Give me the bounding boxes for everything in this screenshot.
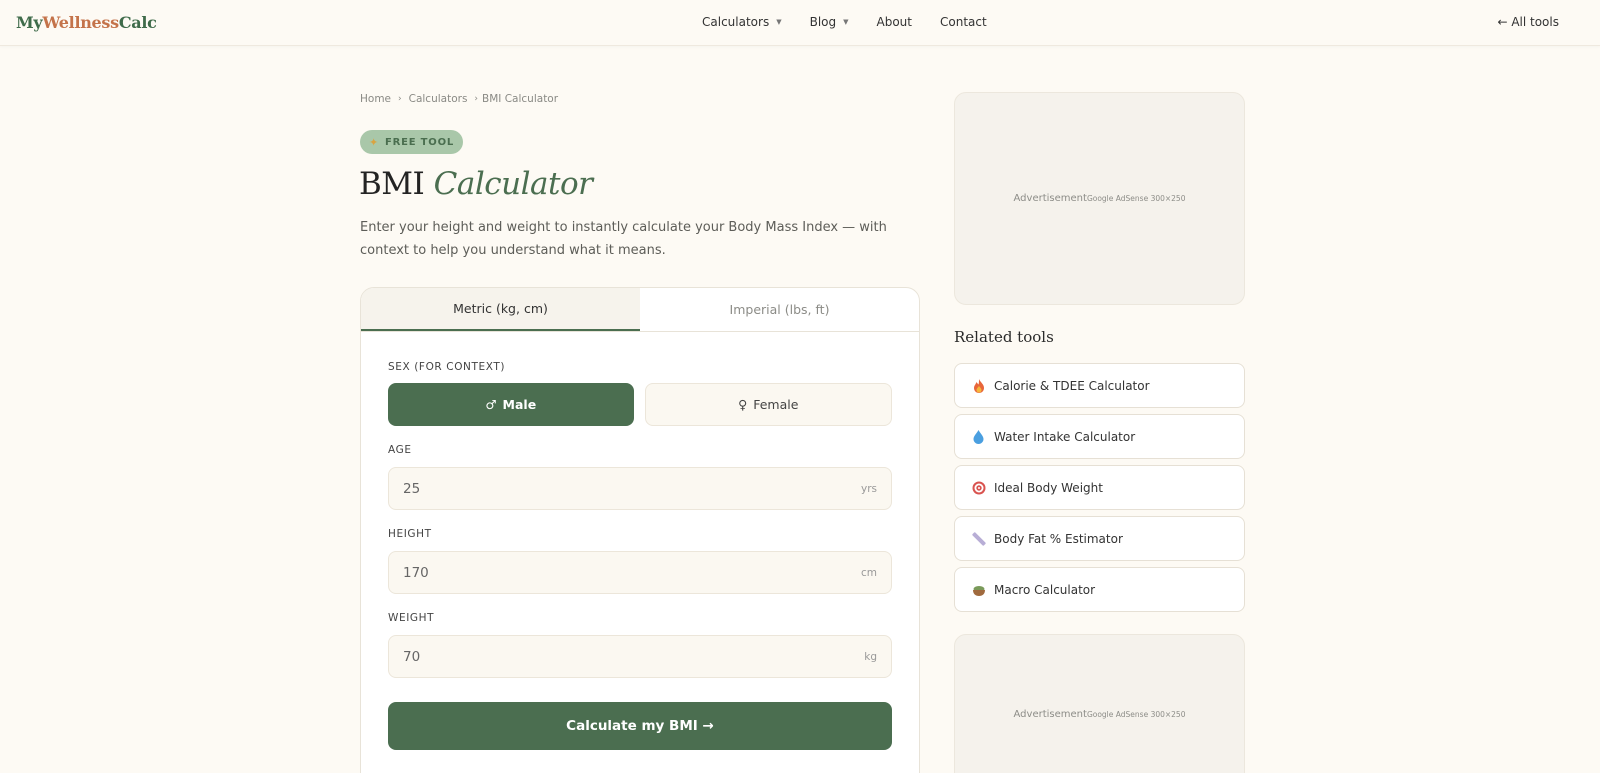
weight-input[interactable]: 70 kg xyxy=(388,635,892,678)
related-item-ideal-body-weight[interactable]: Ideal Body Weight xyxy=(954,465,1245,510)
related-item-label: Body Fat % Estimator xyxy=(994,531,1123,546)
male-symbol-icon: ♂ xyxy=(485,397,497,412)
title-plain: BMI xyxy=(359,166,425,202)
free-tool-badge: ✦ FREE TOOL xyxy=(360,130,463,154)
sex-label: SEX (FOR CONTEXT) xyxy=(388,361,506,373)
ad-slot-bottom: Advertisement Google AdSense 300×250 xyxy=(954,634,1245,773)
logo-part-my: My xyxy=(16,13,43,32)
badge-label: FREE TOOL xyxy=(384,136,455,148)
age-value: 25 xyxy=(403,480,421,497)
ad-sublabel: Google AdSense 300×250 xyxy=(1086,194,1186,203)
female-label: Female xyxy=(753,397,799,412)
female-symbol-icon: ♀ xyxy=(738,397,748,412)
weight-label: WEIGHT xyxy=(388,612,435,624)
related-item-label: Water Intake Calculator xyxy=(994,429,1136,444)
logo-part-calc: Calc xyxy=(118,13,157,32)
related-item-calorie-tdee[interactable]: Calorie & TDEE Calculator xyxy=(954,363,1245,408)
page-subtitle: Enter your height and weight to instantl… xyxy=(360,220,887,258)
female-button[interactable]: ♀ Female xyxy=(644,383,892,426)
nav-item-blog[interactable]: Blog ▼ xyxy=(810,15,849,29)
nav-item-label: Blog xyxy=(809,15,837,29)
height-input[interactable]: 170 cm xyxy=(388,551,892,594)
weight-unit: kg xyxy=(864,650,877,663)
all-tools-link[interactable]: ← All tools xyxy=(1497,15,1559,29)
weight-value: 70 xyxy=(403,648,421,665)
calculate-bmi-button[interactable]: Calculate my BMI → xyxy=(388,702,892,750)
male-button[interactable]: ♂ Male xyxy=(388,383,634,426)
breadcrumb: Home › Calculators › BMI Calculator xyxy=(360,93,558,105)
age-label: AGE xyxy=(388,444,412,456)
nav-item-label: Contact xyxy=(940,15,987,29)
bmi-calculator-card: Metric (kg, cm) Imperial (lbs, ft) SEX (… xyxy=(360,287,920,773)
nav-item-label: Calculators xyxy=(702,15,770,29)
related-item-water-intake[interactable]: Water Intake Calculator xyxy=(954,414,1245,459)
tab-imperial[interactable]: Imperial (lbs, ft) xyxy=(640,288,919,331)
height-unit: cm xyxy=(860,566,877,579)
related-item-label: Macro Calculator xyxy=(994,582,1096,597)
calculator-form: SEX (FOR CONTEXT) ♂ Male ♀ Female AGE 25… xyxy=(361,361,919,750)
tab-metric[interactable]: Metric (kg, cm) xyxy=(361,288,640,331)
unit-tabs: Metric (kg, cm) Imperial (lbs, ft) xyxy=(361,288,919,332)
height-label: HEIGHT xyxy=(388,528,432,540)
target-icon xyxy=(971,480,986,495)
food-bowl-icon xyxy=(971,582,986,597)
sex-toggle: ♂ Male ♀ Female xyxy=(388,383,892,426)
ad-label: Advertisement xyxy=(1013,193,1087,204)
nav-item-about[interactable]: About xyxy=(877,15,912,29)
breadcrumb-current: BMI Calculator xyxy=(482,93,559,105)
site-header: MyWellnessCalc Calculators ▼ Blog ▼ Abou… xyxy=(0,0,1600,46)
breadcrumb-home[interactable]: Home xyxy=(360,93,391,105)
related-item-body-fat-estimator[interactable]: Body Fat % Estimator xyxy=(954,516,1245,561)
fire-icon xyxy=(971,378,986,393)
ruler-icon xyxy=(971,531,986,546)
droplet-icon xyxy=(971,429,986,444)
ad-label: Advertisement xyxy=(1013,708,1087,720)
chevron-right-icon: › xyxy=(398,94,402,104)
male-label: Male xyxy=(502,397,537,412)
sparkle-icon: ✦ xyxy=(368,135,379,149)
main-nav: Calculators ▼ Blog ▼ About Contact xyxy=(702,15,1015,29)
ad-slot-top: Advertisement Google AdSense 300×250 xyxy=(954,92,1245,305)
breadcrumb-calculators[interactable]: Calculators xyxy=(409,93,468,105)
nav-item-calculators[interactable]: Calculators ▼ xyxy=(702,15,782,29)
height-value: 170 xyxy=(403,564,429,581)
ad-sublabel: Google AdSense 300×250 xyxy=(1086,709,1186,719)
caret-down-icon: ▼ xyxy=(776,18,782,26)
logo-part-wellness: Wellness xyxy=(42,13,119,32)
brand-logo[interactable]: MyWellnessCalc xyxy=(16,13,157,32)
page-title: BMI Calculator xyxy=(359,166,593,202)
nav-item-label: About xyxy=(876,15,912,29)
related-tools-list: Calorie & TDEE Calculator Water Intake C… xyxy=(954,363,1245,618)
title-italic: Calculator xyxy=(433,166,593,202)
age-input[interactable]: 25 yrs xyxy=(388,467,892,510)
related-tools-heading: Related tools xyxy=(954,328,1054,346)
related-item-macro-calculator[interactable]: Macro Calculator xyxy=(954,567,1245,612)
nav-item-contact[interactable]: Contact xyxy=(940,15,987,29)
related-item-label: Ideal Body Weight xyxy=(994,480,1103,495)
age-unit: yrs xyxy=(860,482,877,495)
chevron-right-icon: › xyxy=(474,94,479,104)
caret-down-icon: ▼ xyxy=(843,18,849,26)
related-item-label: Calorie & TDEE Calculator xyxy=(994,378,1150,393)
